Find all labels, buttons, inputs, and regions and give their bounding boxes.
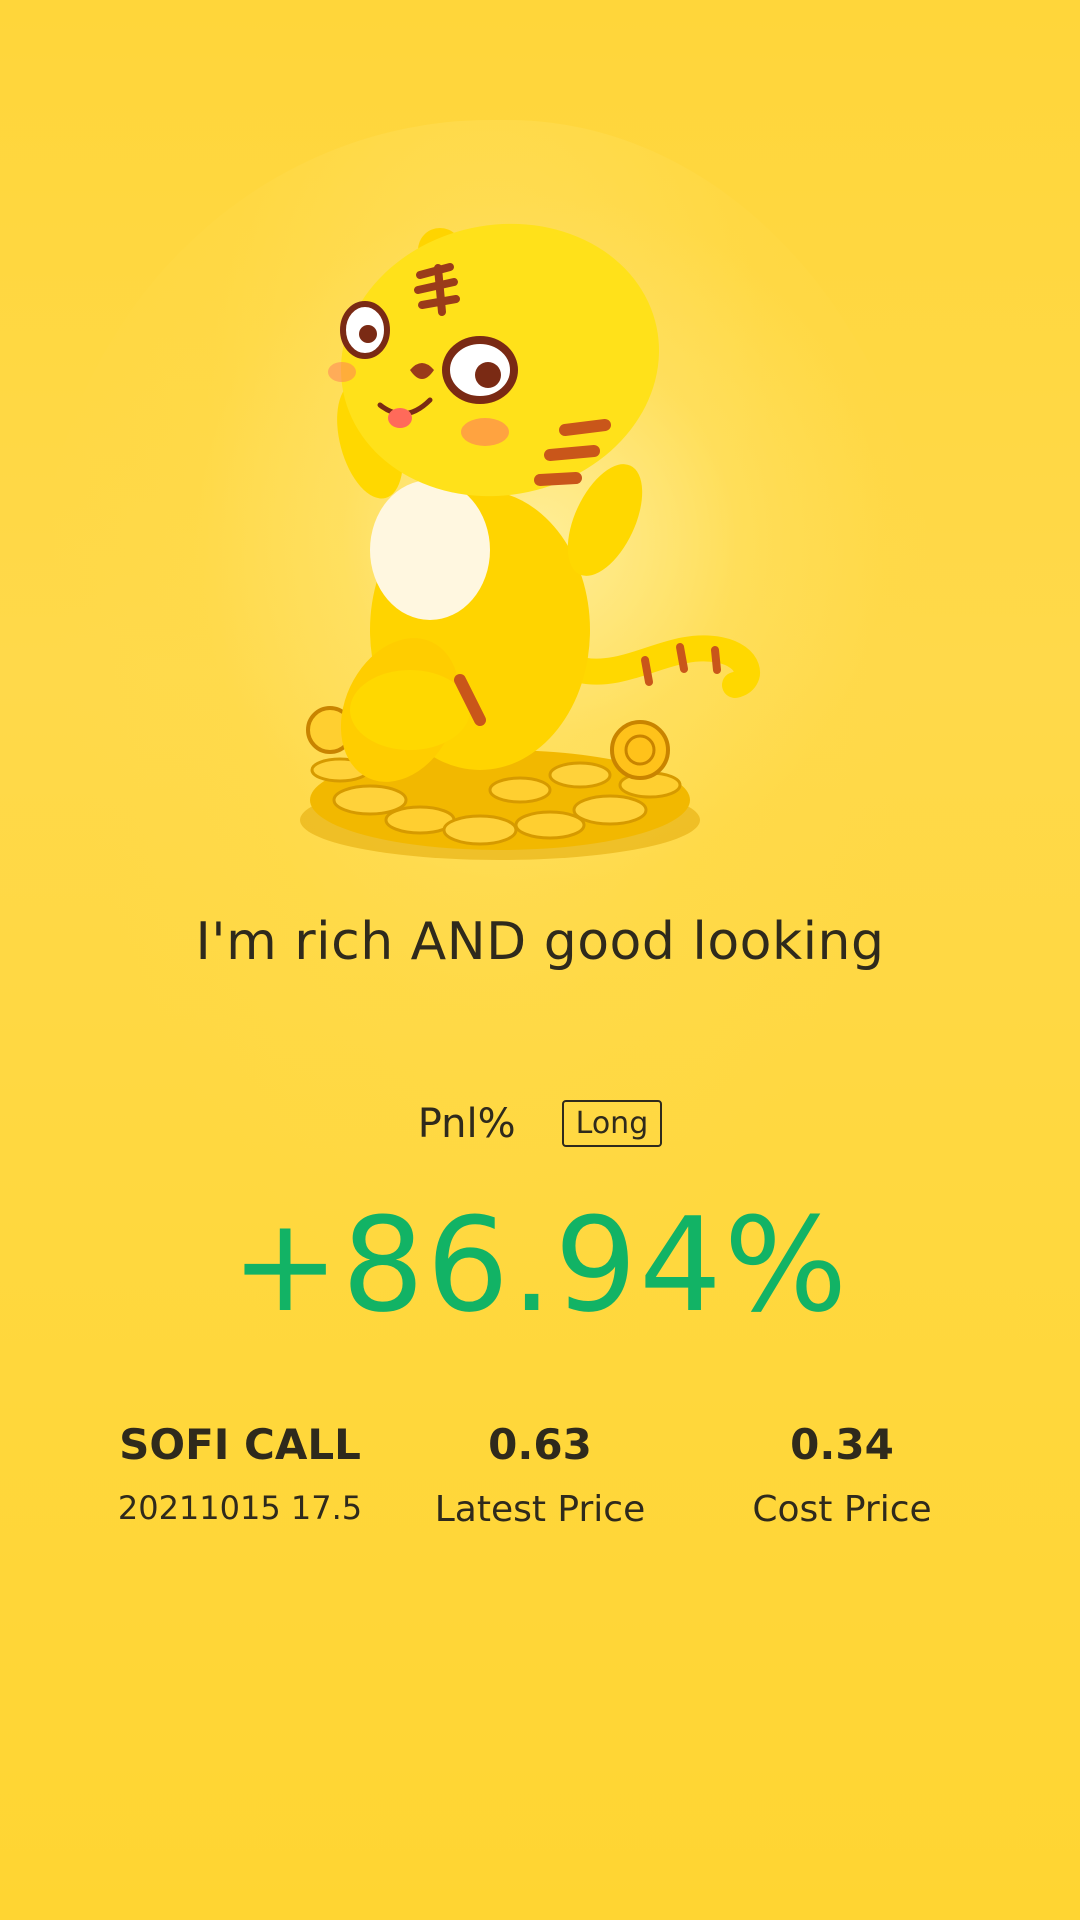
position-stats: SOFI CALL 20211015 17.5 0.63 Latest Pric…: [0, 1415, 1080, 1555]
cost-price-value: 0.34: [790, 1420, 894, 1469]
instrument-name: SOFI CALL: [119, 1420, 361, 1469]
instrument-info: SOFI CALL 20211015 17.5: [90, 1415, 390, 1527]
cost-price-info: 0.34 Cost Price: [692, 1415, 992, 1530]
instrument-detail: 20211015 17.5: [117, 1489, 363, 1527]
tiger-mascot-illustration: [300, 223, 760, 860]
position-direction-badge: Long: [561, 1100, 663, 1147]
latest-price-info: 0.63 Latest Price: [390, 1415, 690, 1530]
pnl-percent-value: +86.94%: [230, 1189, 850, 1341]
cost-price-label: Cost Price: [752, 1489, 932, 1530]
latest-price-label: Latest Price: [434, 1489, 646, 1530]
latest-price-value: 0.63: [488, 1420, 592, 1469]
headline-text: I'm rich AND good looking: [195, 912, 885, 972]
pnl-header: Pnl% Long: [0, 1100, 1080, 1147]
pnl-label: Pnl%: [417, 1100, 516, 1147]
